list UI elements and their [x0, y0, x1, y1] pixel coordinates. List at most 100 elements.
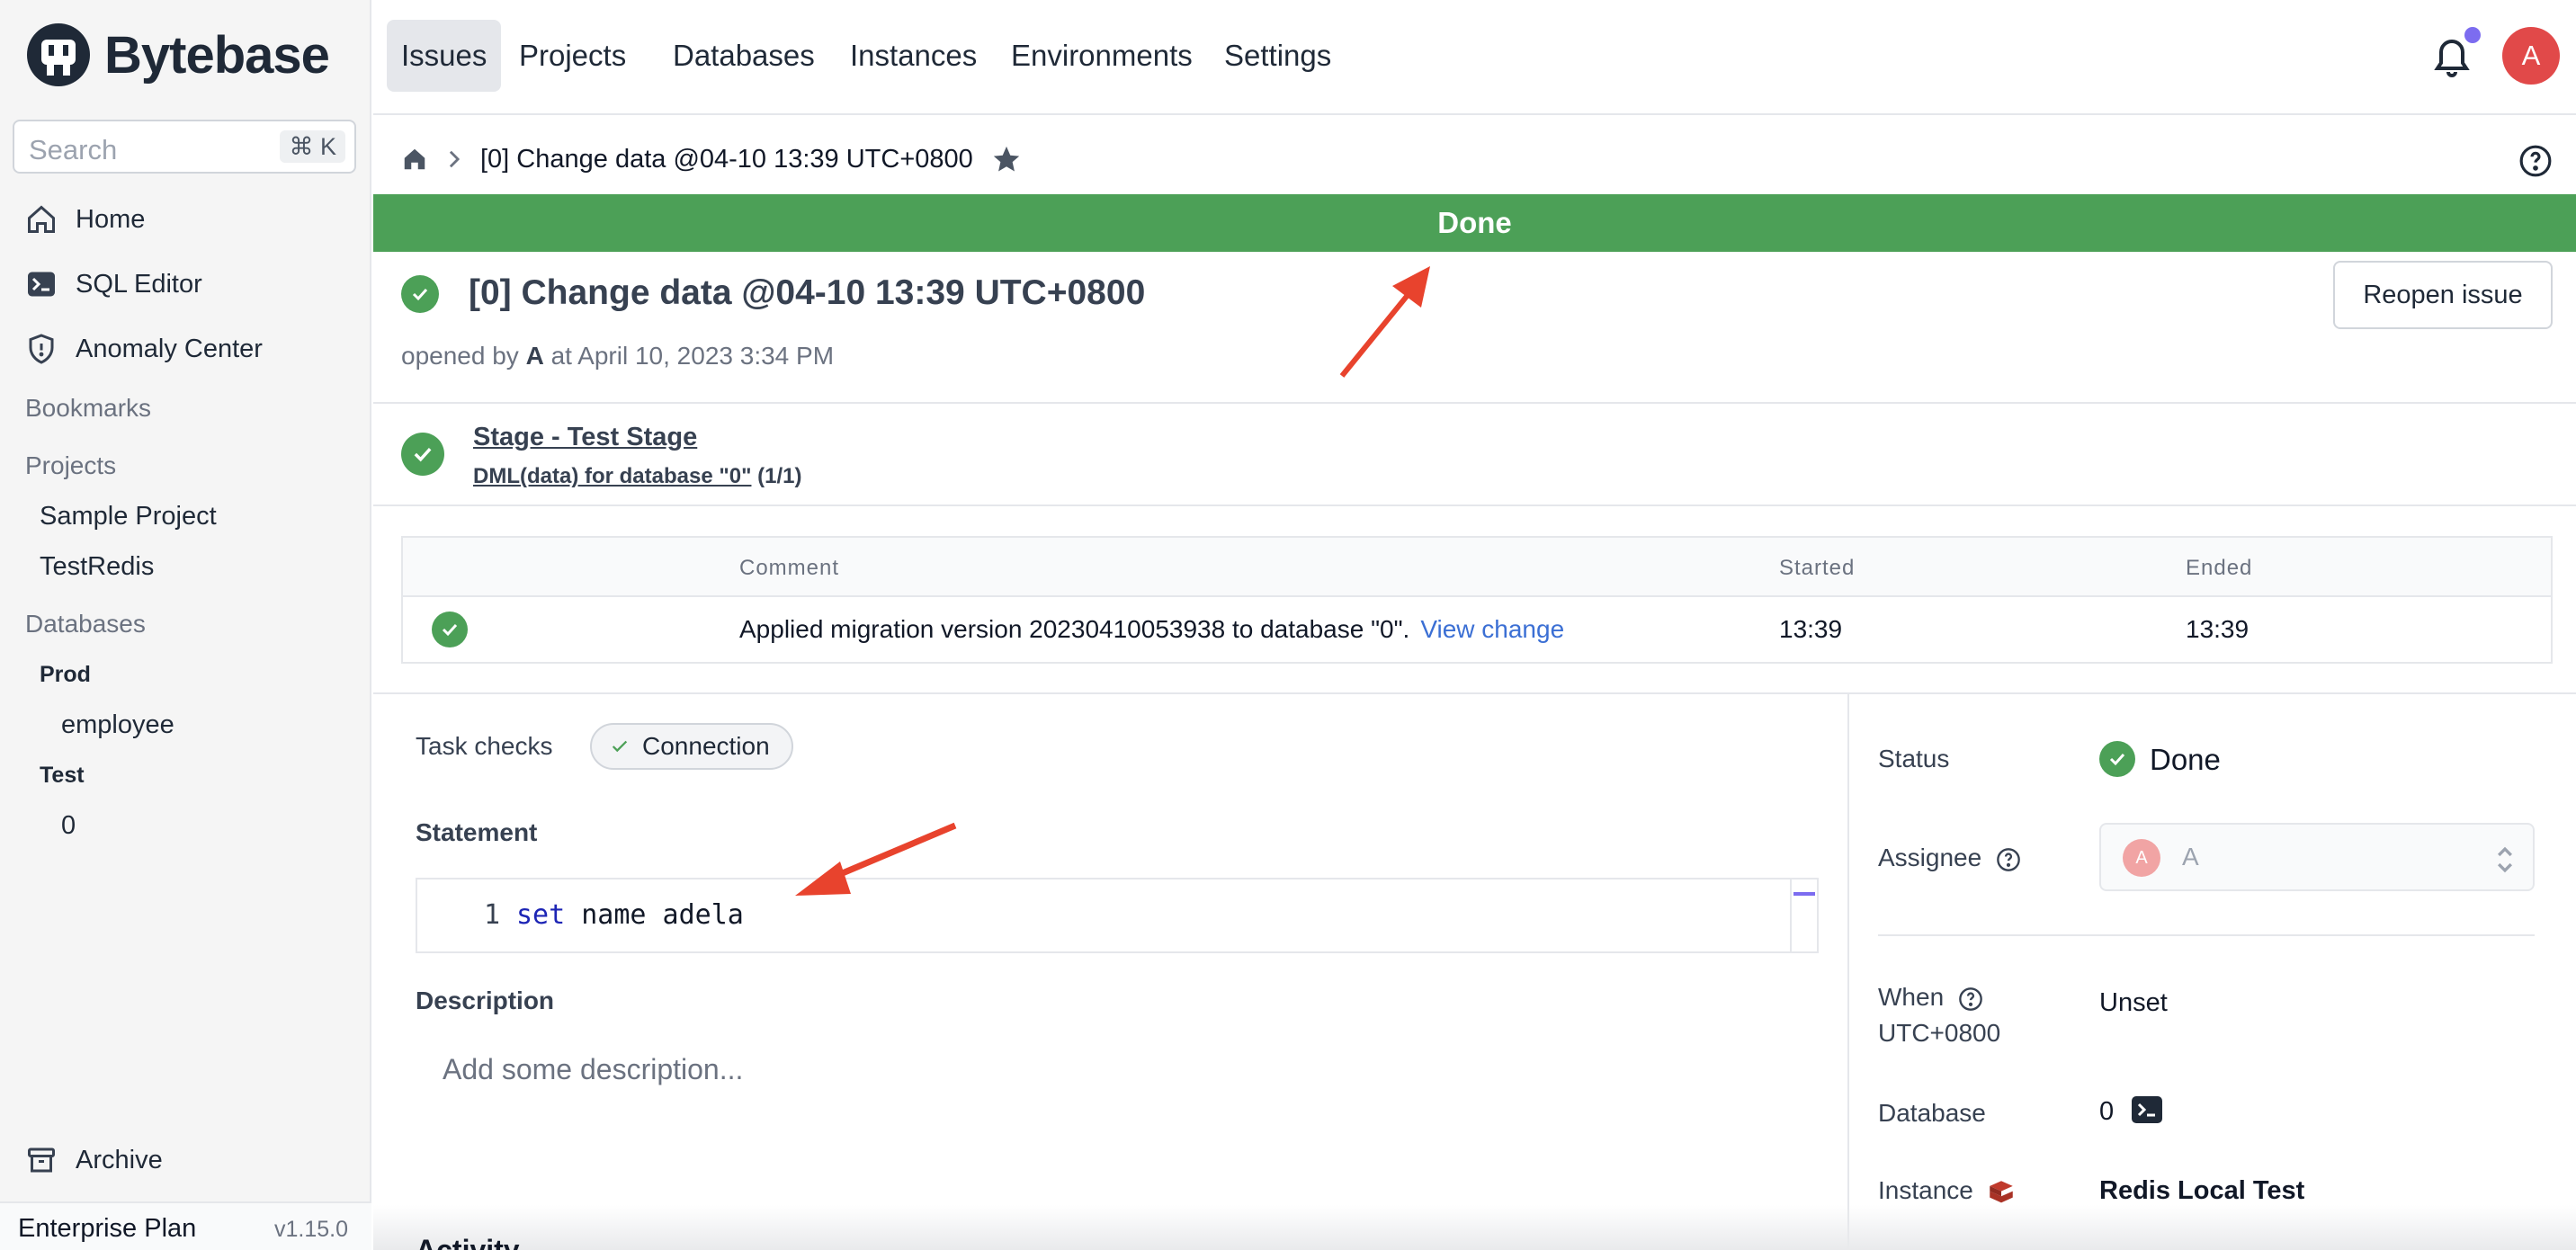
issue-title[interactable]: [0] Change data @04-10 13:39 UTC+0800 — [469, 273, 1145, 313]
assignee-label: Assignee — [1878, 844, 2021, 872]
sidebar-item-sql-editor[interactable]: SQL Editor — [25, 268, 202, 300]
description-input[interactable]: Add some description... — [443, 1053, 743, 1086]
activity-heading: Activity — [416, 1234, 520, 1250]
sidebar-database-item[interactable]: 0 — [61, 811, 76, 841]
status-banner: Done — [373, 194, 2576, 252]
notification-dot — [2464, 27, 2481, 43]
terminal-icon — [2138, 1103, 2156, 1117]
opened-suffix: at April 10, 2023 3:34 PM — [550, 342, 835, 370]
assignee-name: A — [2182, 843, 2199, 871]
scroll-fade — [373, 1205, 2576, 1250]
topnav-issues[interactable]: Issues — [387, 20, 502, 92]
assignee-select[interactable]: A A — [2099, 823, 2535, 891]
check-icon — [612, 740, 628, 753]
column-comment: Comment — [739, 556, 840, 580]
task-run-table: Comment Started Ended Applied migration … — [401, 536, 2553, 664]
sidebar-bookmarks[interactable]: Bookmarks — [25, 394, 151, 423]
redis-icon — [1989, 1180, 2013, 1202]
sidebar-project-item[interactable]: Sample Project — [40, 502, 217, 531]
task-check-chip[interactable]: Connection — [590, 723, 793, 770]
database-value[interactable]: 0 — [2099, 1096, 2163, 1127]
status-value: Done — [2150, 743, 2221, 776]
logo-text: Bytebase — [104, 25, 330, 85]
when-label: When — [1878, 983, 1983, 1012]
sidebar-footer: Enterprise Plan v1.15.0 — [0, 1201, 371, 1250]
search-input[interactable]: Search ⌘ K — [13, 120, 356, 174]
when-timezone: UTC+0800 — [1878, 1019, 2001, 1047]
help-icon[interactable] — [2518, 144, 2553, 178]
view-change-link[interactable]: View change — [1420, 615, 1564, 643]
column-ended: Ended — [2186, 556, 2253, 580]
panel-divider — [1847, 694, 1849, 1250]
topnav-instances[interactable]: Instances — [836, 20, 991, 92]
bytebase-logo-icon — [27, 23, 90, 86]
table-row-comment: Applied migration version 20230410053938… — [739, 615, 1564, 644]
search-shortcut-badge: ⌘ K — [280, 130, 345, 163]
assignee-label-text: Assignee — [1878, 844, 1982, 871]
user-avatar[interactable]: A — [2502, 27, 2560, 85]
table-row-ended: 13:39 — [2186, 615, 2250, 643]
check-icon — [442, 623, 458, 637]
topnav-environments[interactable]: Environments — [997, 20, 1207, 92]
sidebar-environment: Test — [40, 763, 85, 788]
check-icon — [2109, 753, 2125, 766]
code-keyword: set — [516, 899, 566, 931]
divider — [373, 402, 2576, 404]
breadcrumb: [0] Change data @04-10 13:39 UTC+0800 — [401, 144, 1022, 174]
code-rest: name adela — [565, 899, 744, 931]
task-checks-label: Task checks — [416, 732, 553, 760]
statement-editor[interactable]: 1 set name adela — [416, 878, 1819, 953]
version-label: v1.15.0 — [273, 1217, 348, 1242]
database-label: Database — [1878, 1099, 1986, 1127]
statement-label: Statement — [416, 818, 538, 846]
status-icon — [2099, 741, 2135, 777]
plan-label[interactable]: Enterprise Plan — [18, 1214, 196, 1244]
bytebase-logo[interactable]: Bytebase — [25, 22, 330, 88]
help-icon[interactable] — [1958, 987, 1983, 1012]
divider — [1878, 934, 2535, 936]
sidebar-item-archive[interactable]: Archive — [25, 1144, 163, 1176]
breadcrumb-current: [0] Change data @04-10 13:39 UTC+0800 — [480, 144, 973, 174]
star-icon[interactable] — [991, 144, 1022, 174]
stage-title[interactable]: Stage - Test Stage — [473, 423, 697, 452]
sidebar: Bytebase Search ⌘ K Home SQL Editor Anom… — [0, 0, 371, 1250]
shield-icon — [29, 334, 54, 364]
sidebar-item-anomaly-center[interactable]: Anomaly Center — [25, 333, 263, 365]
sidebar-project-item[interactable]: TestRedis — [40, 552, 154, 582]
home-icon — [28, 205, 55, 233]
sidebar-database-item[interactable]: employee — [61, 710, 174, 740]
task-link[interactable]: DML(data) for database "0" — [473, 464, 751, 488]
opened-by[interactable]: A — [526, 342, 544, 370]
stage-status-icon[interactable] — [401, 433, 444, 476]
chevron-right-icon — [449, 150, 461, 168]
instance-value[interactable]: Redis Local Test — [2099, 1176, 2304, 1206]
sidebar-item-label: Home — [76, 204, 146, 234]
archive-icon — [28, 1147, 55, 1173]
code-line: set name adela — [516, 899, 744, 931]
editor-overview-ruler — [1790, 879, 1817, 951]
topnav-settings[interactable]: Settings — [1210, 20, 1346, 92]
table-header: Comment Started Ended — [403, 538, 2551, 597]
divider — [373, 504, 2576, 506]
ruler-mark — [1793, 892, 1815, 896]
opened-prefix: opened by — [401, 342, 519, 370]
sidebar-environment: Prod — [40, 662, 91, 687]
sidebar-item-home[interactable]: Home — [25, 203, 145, 236]
home-icon[interactable] — [401, 146, 428, 173]
topnav-projects[interactable]: Projects — [505, 20, 640, 92]
sidebar-projects-header[interactable]: Projects — [25, 451, 116, 480]
sidebar-databases-header[interactable]: Databases — [25, 610, 146, 638]
help-icon[interactable] — [1996, 847, 2021, 872]
when-value[interactable]: Unset — [2099, 988, 2168, 1018]
reopen-issue-button[interactable]: Reopen issue — [2333, 261, 2553, 329]
stage-task: DML(data) for database "0" (1/1) — [473, 464, 802, 489]
issue-status-icon — [401, 275, 439, 313]
sql-editor-icon[interactable] — [2132, 1096, 2163, 1124]
search-placeholder: Search — [29, 134, 118, 165]
database-name[interactable]: 0 — [2099, 1097, 2114, 1126]
check-icon — [412, 288, 428, 301]
when-label-text: When — [1878, 983, 1945, 1011]
line-number: 1 — [484, 899, 501, 931]
chevron-up-down-icon — [2497, 846, 2513, 873]
topnav-databases[interactable]: Databases — [658, 20, 829, 92]
